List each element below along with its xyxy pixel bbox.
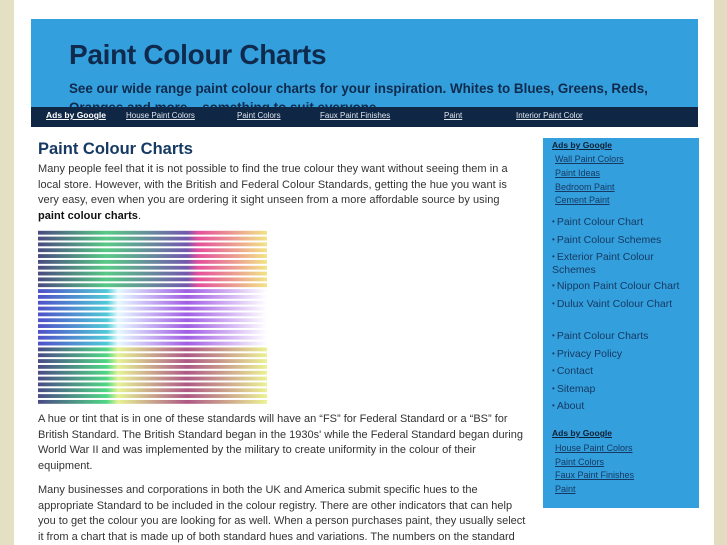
colour-swatch-row [38, 347, 267, 352]
bullet-icon: • [552, 299, 555, 308]
ad-link-faux-paint-finishes[interactable]: Faux Paint Finishes [320, 111, 390, 120]
colour-swatch-row [38, 242, 267, 247]
colour-swatch-row [38, 382, 267, 387]
sidebar-link-privacy-policy[interactable]: • Privacy Policy [552, 348, 697, 361]
ad-bar: Ads by Google House Paint Colors Paint C… [31, 107, 698, 127]
paragraph-standards: A hue or tint that is in one of these st… [38, 412, 528, 474]
colour-swatch-row [38, 271, 267, 276]
paragraph-intro-end: . [137, 209, 142, 222]
sidebar-ad-link-paint[interactable]: Paint [555, 484, 576, 494]
colour-swatch-row [38, 306, 267, 311]
colour-swatch-row [38, 289, 267, 293]
colour-swatch-row [38, 312, 267, 317]
colour-swatch-row [38, 259, 267, 264]
sidebar-ad-link-paint-ideas[interactable]: Paint Ideas [555, 168, 600, 178]
colour-swatch-row [38, 318, 267, 323]
ads-by-google-label[interactable]: Ads by Google [46, 110, 106, 120]
colour-swatch-row [38, 376, 267, 381]
colour-swatch-row [38, 265, 267, 270]
sidebar-link-label: Paint Colour Schemes [556, 234, 662, 246]
bullet-icon: • [552, 331, 555, 340]
main-content: Paint Colour Charts Many people feel tha… [38, 140, 518, 234]
bullet-icon: • [552, 349, 555, 358]
paragraph-intro: Many people feel that it is not possible… [38, 162, 518, 224]
sidebar-link-about[interactable]: • About [552, 400, 697, 413]
sidebar-link-exterior-paint-colour-schemes[interactable]: • Exterior Paint Colour Schemes [552, 251, 697, 276]
sidebar-ad-link-cement-paint[interactable]: Cement Paint [555, 195, 610, 205]
sidebar-link-label: Exterior Paint Colour Schemes [552, 251, 654, 276]
bullet-icon: • [552, 401, 555, 410]
colour-swatch-row [38, 248, 267, 253]
colour-swatch-row [38, 283, 267, 288]
bullet-icon: • [552, 235, 555, 244]
sidebar-link-label: Paint Colour Chart [556, 216, 644, 228]
sidebar-link-sitemap[interactable]: • Sitemap [552, 383, 697, 396]
bullet-icon: • [552, 281, 555, 290]
sidebar-ad-link-house-paint-colors[interactable]: House Paint Colors [555, 443, 633, 453]
article-heading: Paint Colour Charts [38, 140, 193, 158]
sidebar-link-label: Paint Colour Charts [556, 330, 649, 342]
sidebar-ad-link-wall-paint-colors[interactable]: Wall Paint Colors [555, 154, 624, 164]
colour-swatch-row [38, 277, 267, 282]
colour-swatch-row [38, 300, 267, 305]
bullet-icon: • [552, 217, 555, 226]
colour-swatch-row [38, 335, 267, 340]
paragraph-intro-bold: paint colour charts [38, 209, 138, 222]
page-background-left [0, 0, 14, 545]
ad-link-paint[interactable]: Paint [444, 111, 462, 120]
colour-swatch-row [38, 399, 267, 404]
sidebar-ads-label-1[interactable]: Ads by Google [552, 140, 612, 150]
sidebar-ads-label-2[interactable]: Ads by Google [552, 428, 612, 438]
colour-swatch-row [38, 394, 267, 398]
sidebar-link-paint-colour-chart[interactable]: • Paint Colour Chart [552, 216, 697, 229]
colour-swatch-row [38, 353, 267, 358]
sidebar-ad-link-paint-colors[interactable]: Paint Colors [555, 457, 604, 467]
sidebar-link-nippon-paint-colour-chart[interactable]: • Nippon Paint Colour Chart [552, 280, 697, 293]
site-title[interactable]: Paint Colour Charts [69, 39, 327, 71]
colour-swatch-row [38, 341, 267, 346]
ad-link-house-paint-colors[interactable]: House Paint Colors [126, 111, 195, 120]
sidebar-link-label: Privacy Policy [556, 348, 623, 360]
sidebar-link-contact[interactable]: • Contact [552, 365, 697, 378]
paragraph-intro-text: Many people feel that it is not possible… [38, 163, 508, 206]
sidebar-ad-link-faux-paint-finishes[interactable]: Faux Paint Finishes [555, 470, 634, 480]
paragraph-standards-text: A hue or tint that is in one of these st… [38, 413, 523, 472]
colour-swatch-row [38, 388, 267, 393]
sidebar-link-paint-colour-schemes[interactable]: • Paint Colour Schemes [552, 234, 697, 247]
colour-swatch-row [38, 359, 267, 363]
ad-link-paint-colors[interactable]: Paint Colors [237, 111, 281, 120]
colour-swatch-row [38, 294, 267, 299]
colour-swatch-row [38, 230, 267, 235]
colour-swatch-row [38, 329, 267, 334]
ad-link-interior-paint-color[interactable]: Interior Paint Color [516, 111, 583, 120]
sidebar-ad-link-bedroom-paint[interactable]: Bedroom Paint [555, 182, 615, 192]
page-background-right [714, 0, 727, 545]
page-container: Paint Colour Charts See our wide range p… [14, 0, 714, 545]
sidebar-link-label: Contact [556, 365, 593, 377]
bullet-icon: • [552, 384, 555, 393]
sidebar-link-label: Dulux Vaint Colour Chart [556, 298, 673, 310]
bullet-icon: • [552, 252, 555, 261]
sidebar-link-label: About [556, 400, 585, 412]
sidebar-link-label: Sitemap [556, 383, 596, 395]
sidebar-link-label: Nippon Paint Colour Chart [556, 280, 680, 292]
colour-swatch-row [38, 324, 267, 328]
bullet-icon: • [552, 366, 555, 375]
colour-swatch-row [38, 254, 267, 258]
sidebar-link-dulux-vaint-colour-chart[interactable]: • Dulux Vaint Colour Chart [552, 298, 697, 311]
colour-swatch-row [38, 236, 267, 241]
sidebar: Ads by Google Wall Paint Colors Paint Id… [543, 138, 699, 508]
paragraph-registry: Many businesses and corporations in both… [38, 483, 528, 545]
colour-chart-image [38, 230, 267, 404]
sidebar-link-paint-colour-charts[interactable]: • Paint Colour Charts [552, 330, 697, 343]
paragraph-registry-text: Many businesses and corporations in both… [38, 484, 526, 543]
colour-swatch-row [38, 364, 267, 369]
colour-swatch-row [38, 370, 267, 375]
